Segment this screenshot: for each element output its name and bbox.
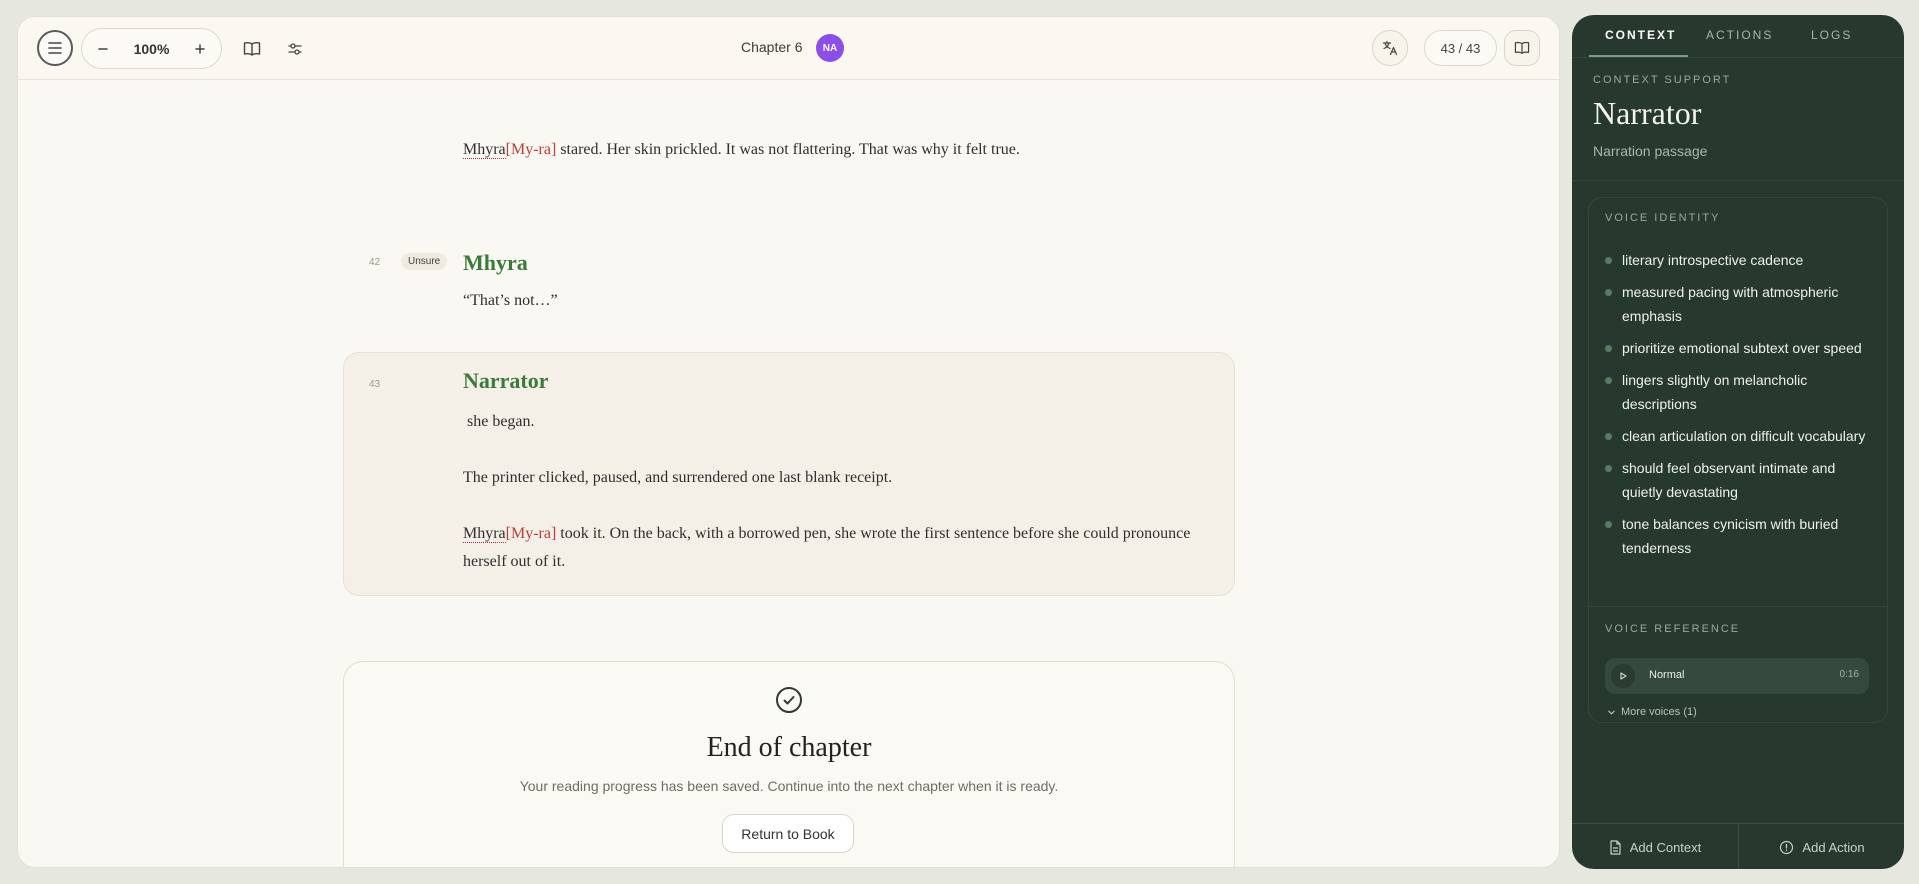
tab-logs[interactable]: LOGS — [1811, 28, 1852, 42]
voice-label: Normal — [1649, 669, 1685, 681]
narration-line: The printer clicked, paused, and surrend… — [463, 469, 893, 486]
hamburger-icon — [48, 42, 62, 54]
add-context-button[interactable]: Add Context — [1572, 824, 1738, 869]
settings-button[interactable] — [283, 37, 307, 61]
narration-line: she began. — [463, 413, 535, 430]
plus-icon — [195, 43, 205, 54]
play-icon — [1620, 672, 1627, 680]
return-to-book-button[interactable]: Return to Book — [722, 814, 854, 853]
minus-icon — [98, 47, 108, 50]
tab-context[interactable]: CONTEXT — [1605, 28, 1676, 42]
speaker-name: Narrator — [463, 368, 549, 393]
chevron-down-icon — [1608, 710, 1615, 715]
active-segment-card[interactable]: 43 Narrator she began. The printer click… — [343, 352, 1235, 596]
zoom-level: 100% — [133, 40, 170, 57]
segment-number: 42 — [369, 257, 381, 268]
dialogue-text: “That’s not…” — [463, 292, 558, 309]
list-item: tone balances cynicism with buried tende… — [1605, 512, 1877, 560]
pronunciation-hint: [My-ra] — [505, 525, 557, 542]
panel-footer: Add Context Add Action — [1572, 823, 1904, 869]
character-name[interactable]: Mhyra — [463, 141, 506, 159]
reading-mode-button[interactable] — [240, 37, 264, 61]
list-item: should feel observant intimate and quiet… — [1605, 456, 1877, 504]
list-item: clean articulation on difficult vocabula… — [1605, 424, 1877, 448]
alert-circle-icon — [1780, 840, 1794, 854]
reader-window: 100% Chapter 6 NA 43 / 43 Mhyra[My-ra] s… — [17, 16, 1560, 868]
avatar[interactable]: NA — [816, 34, 844, 62]
voice-duration: 0:16 — [1839, 669, 1859, 680]
page-indicator: 43 / 43 — [1424, 30, 1497, 66]
speaker-name: Mhyra — [463, 250, 528, 275]
chapter-title: Chapter 6 — [741, 39, 803, 55]
unsure-badge[interactable]: Unsure — [401, 253, 448, 270]
play-button[interactable] — [1611, 664, 1635, 688]
list-item: lingers slightly on melancholic descript… — [1605, 368, 1877, 416]
paragraph-text: stared. Her skin prickled. It was not fl… — [556, 141, 1020, 158]
divider — [1589, 606, 1887, 607]
voice-reference-heading: VOICE REFERENCE — [1605, 623, 1741, 635]
tab-divider — [1572, 57, 1904, 58]
character-name[interactable]: Mhyra — [463, 525, 506, 543]
panel-tabs: CONTEXT ACTIONS LOGS — [1572, 15, 1904, 58]
tab-actions[interactable]: ACTIONS — [1706, 28, 1773, 42]
menu-button[interactable] — [37, 30, 73, 66]
paragraph-text: herself out of it. — [463, 553, 566, 570]
zoom-out-button[interactable] — [92, 38, 114, 60]
voice-card: VOICE IDENTITY literary introspective ca… — [1588, 197, 1888, 723]
panel-title: Narrator — [1593, 95, 1702, 131]
add-action-button[interactable]: Add Action — [1739, 824, 1904, 869]
more-voices-toggle[interactable]: More voices (1) — [1607, 706, 1697, 718]
list-item: measured pacing with atmospheric emphasi… — [1605, 280, 1877, 328]
book-icon — [1514, 41, 1530, 54]
book-open-icon — [243, 42, 261, 56]
toolbar: 100% Chapter 6 NA 43 / 43 — [18, 17, 1559, 80]
end-of-chapter-title: End of chapter — [706, 732, 872, 763]
zoom-in-button[interactable] — [189, 38, 211, 60]
list-item: prioritize emotional subtext over speed — [1605, 336, 1877, 360]
voice-reference-player[interactable]: Normal 0:16 — [1605, 658, 1869, 694]
translate-icon — [1382, 40, 1398, 56]
narration-paragraph: Mhyra[My-ra] took it. On the back, with … — [463, 520, 1223, 576]
paragraph-text: took it. On the back, with a borrowed pe… — [556, 525, 1191, 542]
voice-identity-heading: VOICE IDENTITY — [1605, 212, 1721, 224]
list-item: literary introspective cadence — [1605, 248, 1877, 272]
context-support-label: CONTEXT SUPPORT — [1593, 74, 1732, 86]
sliders-icon — [288, 43, 302, 55]
book-panel-button[interactable] — [1504, 30, 1540, 66]
translate-button[interactable] — [1372, 30, 1408, 66]
divider — [1572, 180, 1904, 181]
zoom-control: 100% — [81, 28, 222, 69]
context-panel: CONTEXT ACTIONS LOGS CONTEXT SUPPORT Nar… — [1572, 15, 1904, 869]
progress-saved-text: Your reading progress has been saved. Co… — [519, 778, 1059, 794]
panel-subtitle: Narration passage — [1593, 143, 1708, 159]
paragraph-segment-41: Mhyra[My-ra] stared. Her skin prickled. … — [463, 136, 1020, 164]
voice-identity-list: literary introspective cadence measured … — [1605, 248, 1877, 568]
end-of-chapter-card: End of chapter Your reading progress has… — [343, 661, 1235, 867]
check-circle-icon — [775, 686, 803, 714]
document-icon — [1610, 839, 1621, 855]
pronunciation-hint: [My-ra] — [505, 141, 557, 158]
segment-number: 43 — [369, 379, 381, 390]
